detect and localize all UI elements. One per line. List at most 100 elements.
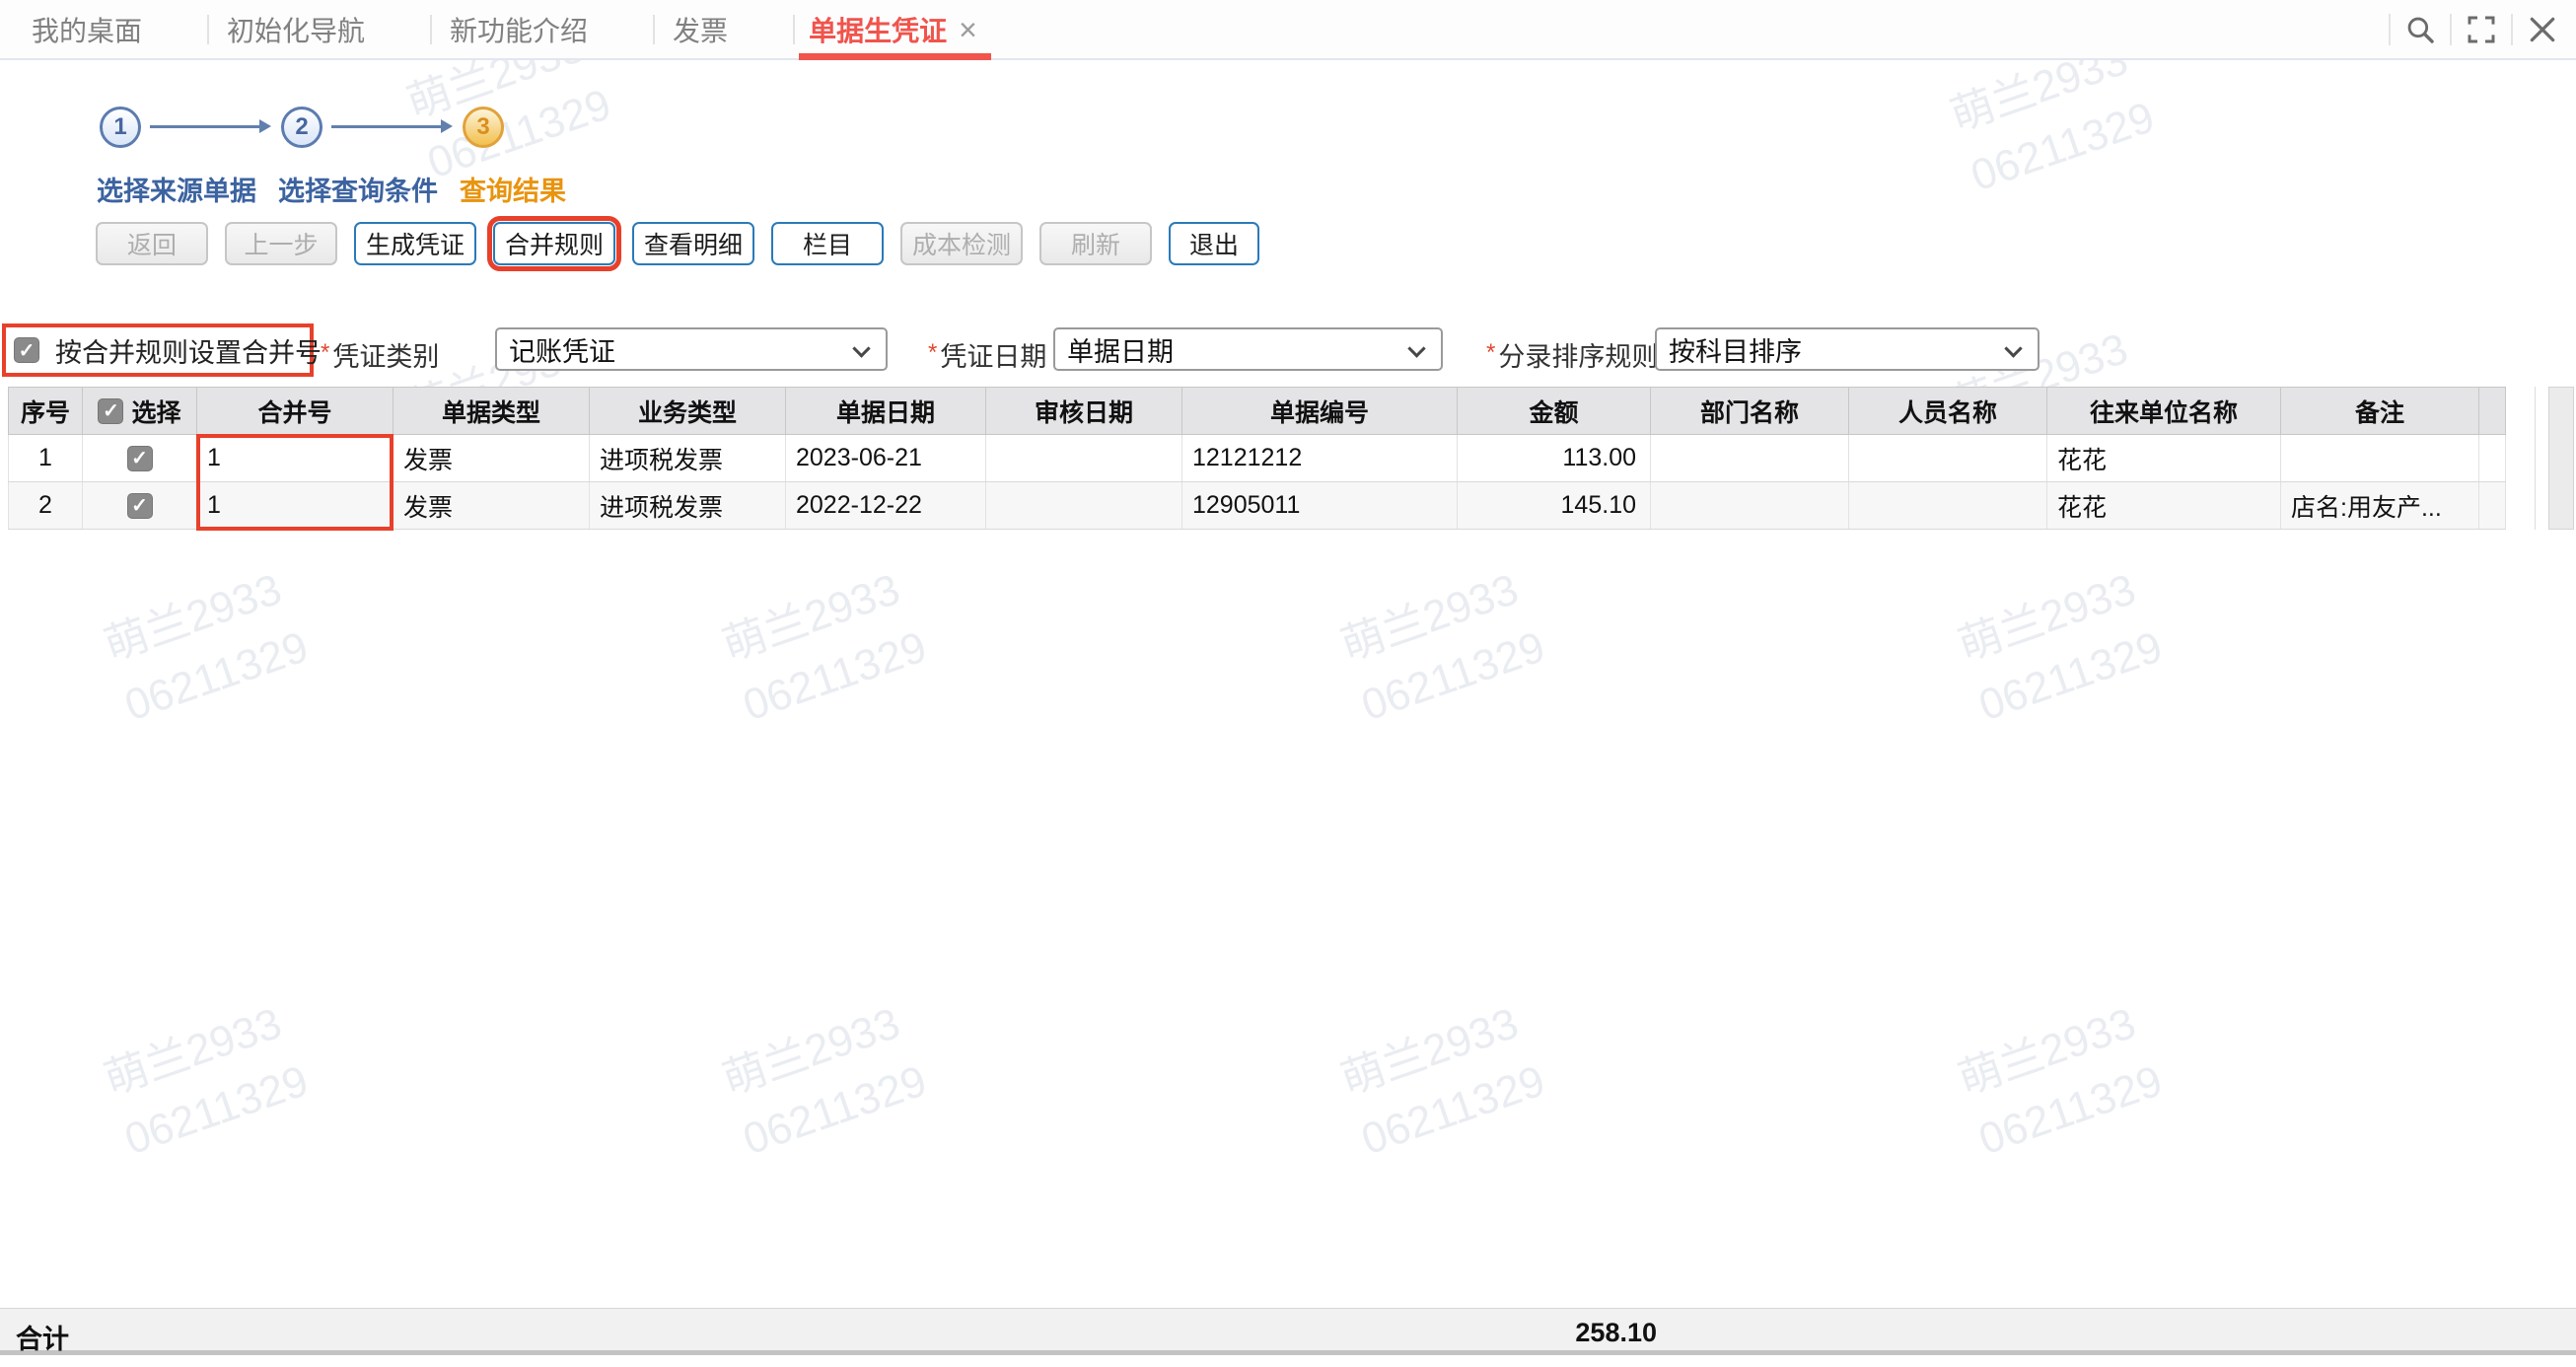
toolbar-button-exit[interactable]: 退出 xyxy=(1169,222,1260,265)
result-table-wrap: 序号 ✓ 选择 合并号 单据类型 业务类型 单据日期 审核日期 单据编号 金额 部门名称 人员名称 往来… xyxy=(8,387,2506,530)
watermark-line1: 萌兰2933 xyxy=(1334,564,1525,671)
watermark: 萌兰293306211329 xyxy=(1950,556,2171,737)
tab-invoice[interactable]: 发票 xyxy=(655,0,793,58)
merge-rule-checkbox-label: 按合并规则设置合并号 xyxy=(55,337,322,368)
select-voucher-type[interactable]: 记账凭证 xyxy=(495,327,888,371)
cell-partner: 花花 xyxy=(2046,434,2281,482)
select-entry-sort-rule[interactable]: 按科目排序 xyxy=(1655,327,2039,371)
column-header-dept: 部门名称 xyxy=(1650,387,1849,435)
cell-remark: 店名:用友产... xyxy=(2280,481,2479,530)
cell-dept xyxy=(1650,481,1849,530)
tab-new-features[interactable]: 新功能介绍 xyxy=(432,0,653,58)
tab-list: 我的桌面 初始化导航 新功能介绍 发票 单据生凭证 × xyxy=(14,0,995,60)
cell-select: ✓ xyxy=(82,434,197,482)
select-voucher-date[interactable]: 单据日期 xyxy=(1053,327,1443,371)
chevron-down-icon xyxy=(852,339,871,358)
column-header-select: ✓ 选择 xyxy=(82,387,197,435)
select-voucher-type-value: 记账凭证 xyxy=(509,336,615,367)
step-label-query-result: 查询结果 xyxy=(460,177,566,206)
column-header-doc_type: 单据类型 xyxy=(393,387,590,435)
merge-rule-checkbox[interactable]: ✓ xyxy=(14,337,39,363)
watermark: 萌兰293306211329 xyxy=(714,556,935,737)
cell-dept xyxy=(1650,434,1849,482)
total-bar: 合计 258.10 xyxy=(0,1308,2576,1355)
cell-person xyxy=(1848,481,2047,530)
filter-label-entry-sort-rule: * 分录排序规则 xyxy=(1486,339,1659,372)
step-circle-query-result: 3 xyxy=(463,107,504,148)
toolbar-button-view-detail[interactable]: 查看明细 xyxy=(632,222,755,265)
step-label-select-source-doc: 选择来源单据 xyxy=(97,177,256,206)
cell-doc_date: 2022-12-22 xyxy=(785,481,986,530)
toolbar-button-prev-step: 上一步 xyxy=(225,222,337,265)
cell-seq: 1 xyxy=(8,434,83,482)
merge-rule-checkbox-group: ✓ 按合并规则设置合并号 xyxy=(2,324,322,377)
cell-amount: 145.10 xyxy=(1457,481,1651,530)
cell-doc_type: 发票 xyxy=(393,481,590,530)
toolbar-button-cost-check: 成本检测 xyxy=(900,222,1024,265)
close-icon[interactable] xyxy=(2513,0,2572,58)
vertical-scrollbar[interactable] xyxy=(2548,387,2574,530)
watermark-line2: 06211329 xyxy=(1355,1056,1551,1165)
step-arrow xyxy=(150,119,271,133)
row-checkbox[interactable]: ✓ xyxy=(126,492,153,519)
watermark-line2: 06211329 xyxy=(1355,622,1551,731)
watermark: 萌兰293306211329 xyxy=(1332,556,1553,737)
watermark-line2: 06211329 xyxy=(1972,622,2169,731)
watermark: 萌兰293306211329 xyxy=(1332,990,1553,1171)
tab-label: 初始化导航 xyxy=(227,15,366,46)
watermark-line2: 06211329 xyxy=(118,1056,315,1165)
select-all-checkbox[interactable]: ✓ xyxy=(98,397,124,424)
cell-person xyxy=(1848,434,2047,482)
table-header-row: 序号 ✓ 选择 合并号 单据类型 业务类型 单据日期 审核日期 单据编号 金额 部门名称 人员名称 往来… xyxy=(8,387,2506,435)
cell-doc_type: 发票 xyxy=(393,434,590,482)
table-row: 2 ✓ 1 发票 进项税发票 2022-12-22 12905011 145.10 花花 店名:用… xyxy=(8,481,2506,530)
cell-partner: 花花 xyxy=(2046,481,2281,530)
watermark-line2: 06211329 xyxy=(118,622,315,731)
fullscreen-icon[interactable] xyxy=(2452,0,2511,58)
table-row: 1 ✓ 1 发票 进项税发票 2023-06-21 12121212 113.00 花花 xyxy=(8,434,2506,482)
filter-label-voucher-type: * 凭证类别 xyxy=(321,339,440,372)
cell-spacer xyxy=(2478,481,2506,530)
cell-audit_date xyxy=(985,434,1182,482)
watermark: 萌兰293306211329 xyxy=(714,990,935,1171)
watermark-line2: 06211329 xyxy=(1965,93,2161,201)
toolbar-button-columns[interactable]: 栏目 xyxy=(771,222,885,265)
column-header-spacer xyxy=(2478,387,2506,435)
tab-init-navigation[interactable]: 初始化导航 xyxy=(209,0,430,58)
cell-doc_no: 12121212 xyxy=(1181,434,1458,482)
watermark-line2: 06211329 xyxy=(1972,1056,2169,1165)
watermark-line1: 萌兰2933 xyxy=(98,998,288,1105)
window-controls xyxy=(2389,0,2572,58)
row-checkbox[interactable]: ✓ xyxy=(126,445,153,471)
cell-biz_type: 进项税发票 xyxy=(589,481,786,530)
column-header-person: 人员名称 xyxy=(1848,387,2047,435)
cell-spacer xyxy=(2478,434,2506,482)
watermark: 萌兰293306211329 xyxy=(1950,990,2171,1171)
toolbar-button-generate-voucher[interactable]: 生成凭证 xyxy=(354,222,477,265)
tab-label: 发票 xyxy=(673,15,729,46)
toolbar-button-merge-rules[interactable]: 合并规则 xyxy=(487,216,622,271)
column-header-merge_no: 合并号 xyxy=(196,387,394,435)
cell-amount: 113.00 xyxy=(1457,434,1651,482)
watermark-line1: 萌兰2933 xyxy=(98,564,288,671)
tab-my-desktop[interactable]: 我的桌面 xyxy=(14,0,207,58)
row-select-wrap: ✓ xyxy=(83,445,196,471)
cell-biz_type: 进项税发票 xyxy=(589,434,786,482)
watermark-line2: 06211329 xyxy=(737,1056,933,1165)
toolbar-button-back: 返回 xyxy=(96,222,208,265)
tab-doc-to-voucher[interactable]: 单据生凭证 × xyxy=(795,0,995,60)
watermark: 萌兰293306211329 xyxy=(96,556,317,737)
tab-label: 新功能介绍 xyxy=(450,15,589,46)
cell-audit_date xyxy=(985,481,1182,530)
select-entry-sort-rule-value: 按科目排序 xyxy=(1669,336,1802,367)
column-header-seq: 序号 xyxy=(8,387,83,435)
tab-close-icon[interactable]: × xyxy=(959,14,977,45)
search-icon[interactable] xyxy=(2391,0,2450,58)
chevron-down-icon xyxy=(1407,339,1426,358)
column-header-audit_date: 审核日期 xyxy=(985,387,1182,435)
app-window: 萌兰293306211329萌兰293306211329萌兰2933062113… xyxy=(0,0,2576,1367)
step-label-select-query-condition: 选择查询条件 xyxy=(278,177,438,206)
toolbar-button-refresh: 刷新 xyxy=(1039,222,1153,265)
chevron-down-icon xyxy=(2004,339,2023,358)
result-table: 序号 ✓ 选择 合并号 单据类型 业务类型 单据日期 审核日期 单据编号 金额 部门名称 人员名称 往来… xyxy=(8,387,2506,530)
